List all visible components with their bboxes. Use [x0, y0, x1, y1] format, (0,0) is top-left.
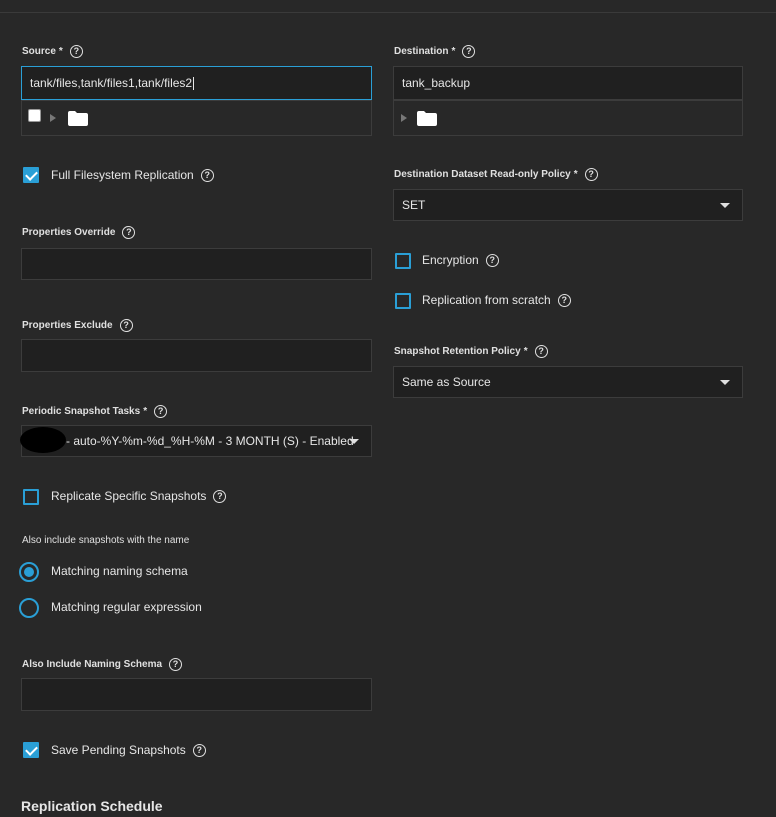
help-circle-icon[interactable]: ?	[534, 345, 548, 358]
top-divider	[0, 0, 776, 13]
folder-icon[interactable]	[417, 111, 437, 126]
text-caret	[193, 76, 195, 90]
expand-triangle-icon[interactable]	[50, 114, 56, 122]
replicate-specific-snapshots-label: Replicate Specific Snapshots ?	[51, 489, 227, 503]
snapshot-retention-policy-label: Snapshot Retention Policy * ?	[394, 345, 548, 358]
periodic-snapshot-tasks-label: Periodic Snapshot Tasks * ?	[22, 405, 168, 418]
source-tree	[21, 100, 372, 136]
folder-icon[interactable]	[68, 111, 88, 126]
redacted-mark	[20, 427, 66, 453]
properties-override-input[interactable]	[21, 248, 372, 280]
expand-triangle-icon[interactable]	[401, 114, 407, 122]
destination-readonly-policy-select[interactable]: SET	[393, 189, 743, 221]
help-circle-icon[interactable]: ?	[119, 319, 133, 332]
help-circle-icon[interactable]: ?	[584, 168, 598, 181]
properties-exclude-label: Properties Exclude ?	[22, 319, 133, 332]
tree-select-checkbox[interactable]	[28, 109, 41, 122]
help-circle-icon[interactable]: ?	[122, 226, 136, 239]
also-include-naming-schema-label: Also Include Naming Schema ?	[22, 658, 183, 671]
help-circle-icon[interactable]: ?	[200, 168, 214, 182]
replication-schedule-heading: Replication Schedule	[21, 798, 163, 814]
save-pending-snapshots-label: Save Pending Snapshots ?	[51, 743, 206, 757]
replication-from-scratch-checkbox[interactable]	[395, 293, 411, 309]
destination-tree	[393, 100, 743, 136]
help-circle-icon[interactable]: ?	[557, 293, 571, 307]
destination-readonly-policy-label: Destination Dataset Read-only Policy * ?	[394, 168, 598, 181]
radio-matching-naming-schema[interactable]	[19, 562, 39, 582]
properties-exclude-input[interactable]	[21, 339, 372, 372]
help-circle-icon[interactable]: ?	[69, 45, 83, 58]
radio-label: Matching regular expression	[51, 600, 202, 614]
chevron-down-icon	[720, 203, 730, 208]
encryption-label: Encryption ?	[422, 253, 499, 267]
periodic-snapshot-tasks-select[interactable]: - auto-%Y-%m-%d_%H-%M - 3 MONTH (S) - En…	[21, 425, 372, 457]
source-input[interactable]: tank/files,tank/files1,tank/files2	[21, 66, 372, 100]
also-include-hint: Also include snapshots with the name	[22, 535, 190, 546]
encryption-checkbox[interactable]	[395, 253, 411, 269]
radio-label: Matching naming schema	[51, 564, 188, 578]
destination-label: Destination * ?	[394, 45, 476, 58]
source-label: Source * ?	[22, 45, 83, 58]
help-circle-icon[interactable]: ?	[192, 743, 206, 757]
full-filesystem-replication-label: Full Filesystem Replication ?	[51, 168, 214, 182]
help-circle-icon[interactable]: ?	[213, 489, 227, 503]
snapshot-retention-policy-select[interactable]: Same as Source	[393, 366, 743, 398]
also-include-naming-schema-input[interactable]	[21, 678, 372, 711]
destination-input[interactable]: tank_backup	[393, 66, 743, 100]
full-filesystem-replication-checkbox[interactable]	[23, 167, 39, 183]
help-circle-icon[interactable]: ?	[154, 405, 168, 418]
help-circle-icon[interactable]: ?	[169, 658, 183, 671]
help-circle-icon[interactable]: ?	[485, 253, 499, 267]
replication-from-scratch-label: Replication from scratch ?	[422, 293, 571, 307]
chevron-down-icon	[720, 380, 730, 385]
save-pending-snapshots-checkbox[interactable]	[23, 742, 39, 758]
radio-matching-regular-expression[interactable]	[19, 598, 39, 618]
help-circle-icon[interactable]: ?	[462, 45, 476, 58]
replicate-specific-snapshots-checkbox[interactable]	[23, 489, 39, 505]
properties-override-label: Properties Override ?	[22, 226, 136, 239]
chevron-down-icon	[349, 439, 359, 444]
